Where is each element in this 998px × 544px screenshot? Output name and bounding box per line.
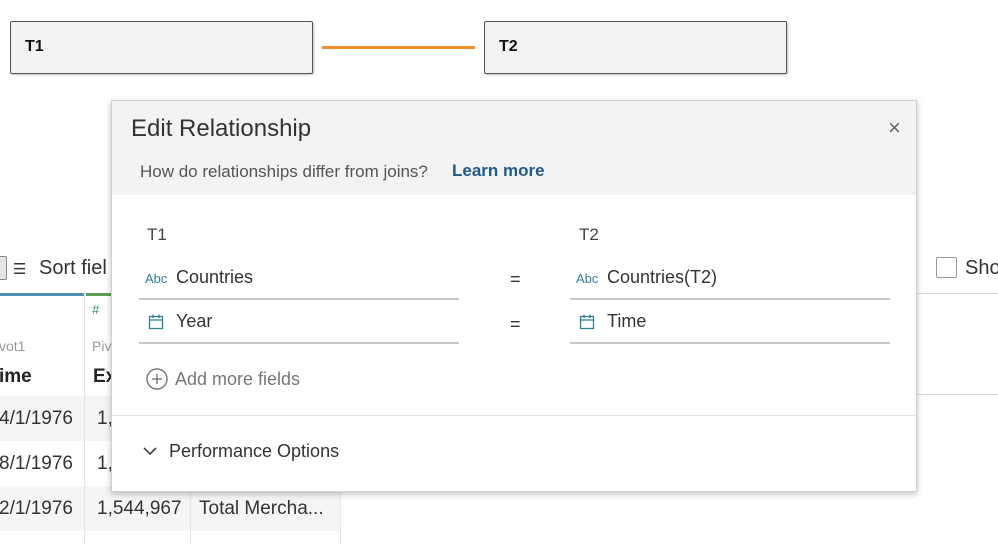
table-t2-label: T2: [499, 38, 518, 55]
table-cell: 1,544,967: [97, 498, 182, 519]
close-icon[interactable]: ×: [888, 117, 901, 139]
performance-options-label: Performance Options: [169, 441, 340, 461]
string-type-icon: Abc: [145, 271, 168, 286]
dialog-divider: [112, 415, 916, 416]
dialog-title: Edit Relationship: [131, 115, 312, 142]
table-cell: 2/1/1976: [0, 498, 73, 519]
calendar-icon: [148, 314, 164, 330]
column-header[interactable]: ime: [0, 366, 32, 388]
grid-header-rule: [916, 293, 998, 294]
field-name: Time: [607, 311, 647, 331]
add-more-fields-label: Add more fields: [175, 369, 301, 389]
column-accent-bar: [0, 293, 84, 296]
show-label: Sho: [965, 257, 998, 279]
table-cell: Total Mercha...: [199, 498, 324, 519]
right-field-select[interactable]: Abc Countries(T2): [570, 257, 890, 300]
table-cell: 8/1/1976: [0, 453, 73, 474]
grid-toggle-handle[interactable]: [0, 256, 7, 280]
plus-circle-icon: [146, 368, 168, 390]
column-divider: [84, 296, 85, 544]
relationship-noodle[interactable]: [322, 46, 475, 49]
operator-select[interactable]: =: [510, 314, 521, 335]
chevron-down-icon: [143, 447, 157, 456]
table-t1-label: T1: [25, 38, 44, 55]
sort-fields-label[interactable]: Sort fiel: [39, 257, 107, 280]
field-name: Year: [176, 311, 213, 331]
grid-rule: [916, 394, 998, 395]
field-name: Countries(T2): [607, 267, 718, 287]
left-table-heading: T1: [147, 225, 167, 244]
left-field-select[interactable]: Year: [139, 301, 459, 344]
table-t2-card[interactable]: T2: [484, 21, 787, 74]
right-field-select[interactable]: Time: [570, 301, 890, 344]
edit-relationship-dialog: Edit Relationship × How do relationships…: [111, 100, 917, 492]
operator-select[interactable]: =: [510, 269, 521, 290]
field-name: Countries: [176, 267, 254, 287]
calendar-icon: [579, 314, 595, 330]
learn-more-link[interactable]: Learn more: [452, 161, 545, 181]
left-field-select[interactable]: Abc Countries: [139, 257, 459, 300]
table-cell: 4/1/1976: [0, 408, 73, 429]
dialog-subtitle: How do relationships differ from joins?: [140, 162, 428, 181]
sort-list-icon[interactable]: ☰: [13, 260, 26, 278]
column-accent-bar: [86, 293, 112, 296]
table-t1-card[interactable]: T1: [10, 21, 313, 74]
column-source-label: Piv: [92, 338, 112, 354]
column-source-label: vot1: [0, 338, 26, 354]
show-checkbox[interactable]: [936, 257, 957, 278]
string-type-icon: Abc: [576, 271, 599, 286]
right-table-heading: T2: [579, 225, 599, 244]
number-type-icon: #: [92, 302, 100, 317]
